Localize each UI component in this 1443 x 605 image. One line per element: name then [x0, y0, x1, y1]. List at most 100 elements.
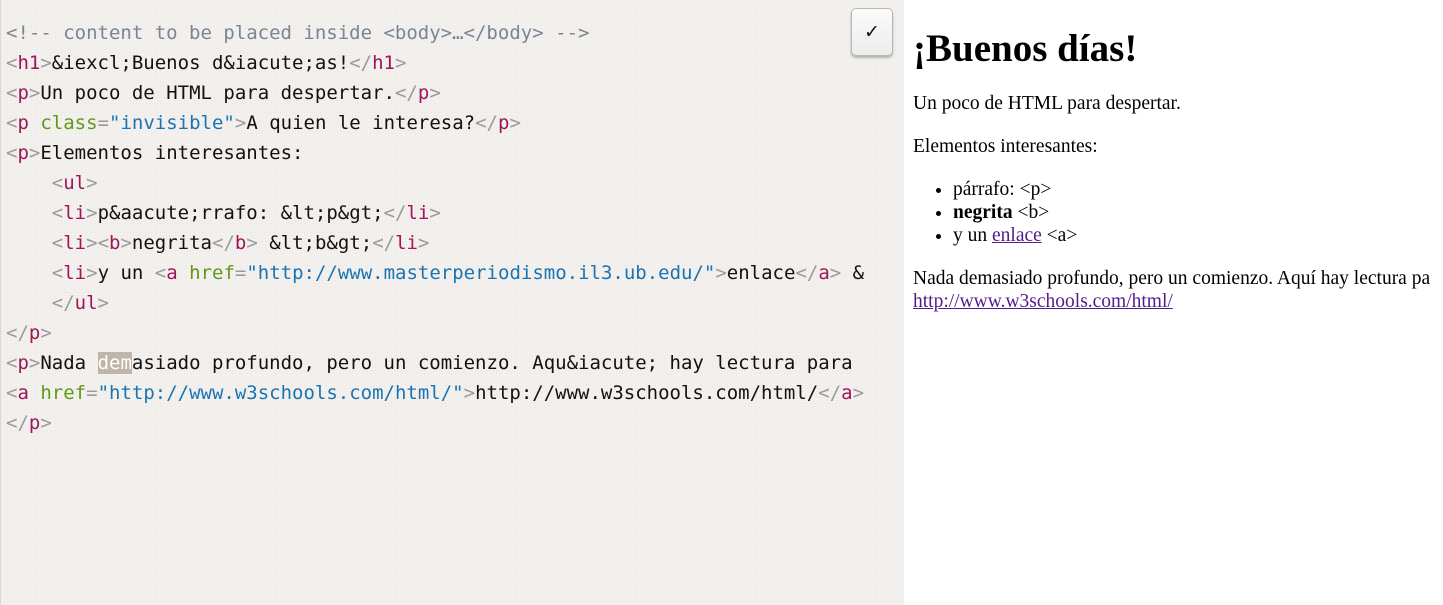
- code-token: p: [28, 412, 41, 434]
- check-icon: ✓: [864, 21, 880, 43]
- code-token: class: [40, 112, 98, 134]
- code-token: >: [852, 382, 865, 404]
- code-token: p: [17, 352, 29, 374]
- code-token: a: [841, 382, 853, 404]
- code-token: >: [28, 82, 41, 104]
- code-line[interactable]: < p class="invisible">A quien le interesa…: [6, 108, 864, 138]
- code-token: </: [212, 232, 235, 254]
- code-token: p&aacute;rrafo: &lt;p&gt;: [97, 202, 384, 224]
- enlace-link[interactable]: enlace: [992, 225, 1042, 246]
- code-token: >: [28, 352, 41, 374]
- code-token: </: [818, 382, 842, 404]
- code-text[interactable]: <!-- content to be placed inside <body>……: [6, 18, 864, 438]
- code-token: &: [841, 262, 865, 284]
- code-token: Nada: [40, 352, 98, 374]
- code-token: p: [28, 322, 41, 344]
- code-line[interactable]: <!-- content to be placed inside <body>……: [6, 18, 864, 48]
- code-token: </: [795, 262, 819, 284]
- code-token: </: [394, 82, 418, 104]
- code-token: >: [97, 292, 109, 314]
- code-token: =: [234, 262, 247, 284]
- code-token: >: [829, 262, 842, 284]
- code-line[interactable]: </p>: [6, 408, 864, 438]
- code-token: b: [109, 232, 121, 254]
- code-token: a: [166, 262, 178, 284]
- preview-heading: ¡Buenos días!: [913, 27, 1138, 70]
- code-line[interactable]: <p>Nada demasiado profundo, pero un comi…: [6, 348, 864, 378]
- editor-left-border: [0, 0, 1, 605]
- code-line[interactable]: </p>: [6, 318, 864, 348]
- code-token: y un: [97, 262, 155, 284]
- code-line[interactable]: <p>Elementos interesantes:: [6, 138, 864, 168]
- w3schools-link[interactable]: http://www.w3schools.com/html/: [913, 291, 1173, 312]
- code-token: <: [51, 202, 64, 224]
- code-token: Elementos interesantes:: [40, 142, 304, 164]
- code-token: a: [818, 262, 830, 284]
- code-token: p: [17, 142, 29, 164]
- code-token: a: [17, 382, 29, 404]
- code-token: >: [234, 112, 247, 134]
- selected-text: dem: [97, 352, 132, 374]
- code-token: <: [6, 52, 18, 74]
- code-token: >: [246, 232, 258, 254]
- code-line[interactable]: </ul>: [6, 288, 864, 318]
- code-token: >: [40, 412, 52, 434]
- list-item-text: y un: [953, 225, 992, 246]
- code-line[interactable]: <h1>&iexcl;Buenos d&iacute;as!</h1>: [6, 48, 864, 78]
- code-line[interactable]: <ul>: [6, 168, 864, 198]
- code-line[interactable]: <li>y un <a href="http://www.masterperio…: [6, 258, 864, 288]
- preview-list: párrafo: <p> negrita <b> y un enlace <a>: [913, 178, 1443, 247]
- code-line[interactable]: <li><b>negrita</b> &lt;b&gt;</li>: [6, 228, 864, 258]
- code-token: negrita: [131, 232, 212, 254]
- code-token: </: [349, 52, 373, 74]
- code-token: </: [6, 322, 29, 344]
- paragraph-text: Nada demasiado profundo, pero un comienz…: [913, 268, 1431, 289]
- code-line[interactable]: <p>Un poco de HTML para despertar.</p>: [6, 78, 864, 108]
- code-token: asiado profundo, pero un comienzo. Aqu&i…: [131, 352, 853, 374]
- code-token: enlace: [726, 262, 796, 284]
- code-token: <: [51, 262, 64, 284]
- code-token: http://www.w3schools.com/html/: [475, 382, 819, 404]
- code-token: </: [6, 412, 29, 434]
- code-token: "invisible": [109, 112, 235, 134]
- code-token: </: [475, 112, 498, 134]
- code-token: h1: [17, 52, 41, 74]
- code-token: li: [63, 202, 87, 224]
- code-token: p: [17, 82, 29, 104]
- run-button[interactable]: ✓: [851, 8, 893, 56]
- code-editor[interactable]: <!-- content to be placed inside <body>……: [0, 0, 904, 605]
- code-line[interactable]: <a href="http://www.w3schools.com/html/"…: [6, 378, 864, 408]
- code-token: >: [395, 52, 407, 74]
- code-token: ul: [63, 172, 87, 194]
- list-item-negrita: negrita <b>: [953, 201, 1443, 224]
- bold-text: negrita: [953, 202, 1013, 223]
- code-token: <: [154, 262, 167, 284]
- code-token: >: [120, 232, 132, 254]
- code-token: li: [406, 202, 430, 224]
- code-token: <: [97, 232, 110, 254]
- code-token: </: [372, 232, 396, 254]
- code-token: <: [6, 352, 18, 374]
- code-token: >: [429, 202, 441, 224]
- code-token: href: [189, 262, 235, 284]
- code-token: >: [86, 202, 98, 224]
- preview-paragraph-2: Elementos interesantes:: [913, 136, 1098, 157]
- list-item-text: <b>: [1012, 202, 1050, 223]
- code-token: =: [97, 112, 110, 134]
- code-token: A quien le interesa?: [246, 112, 476, 134]
- code-token: href: [40, 382, 87, 404]
- list-item-parrafo: párrafo: <p>: [953, 178, 1443, 201]
- code-line[interactable]: <li>p&aacute;rrafo: &lt;p&gt;</li>: [6, 198, 864, 228]
- code-token: </: [51, 292, 75, 314]
- code-token: >: [86, 232, 98, 254]
- code-token: p: [497, 112, 510, 134]
- code-token: p: [417, 82, 430, 104]
- code-token: <: [51, 172, 64, 194]
- code-token: <: [6, 112, 18, 134]
- code-token: >: [40, 52, 52, 74]
